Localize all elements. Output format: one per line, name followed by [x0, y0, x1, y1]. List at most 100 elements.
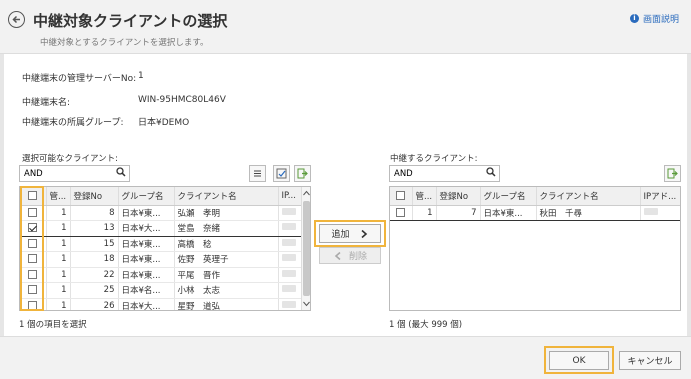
add-label: 追加 [331, 230, 350, 240]
column-header-kanri[interactable]: 管... [412, 187, 437, 206]
row-checkbox[interactable] [396, 207, 406, 217]
redacted-ip [281, 285, 296, 293]
settings-icon [276, 168, 287, 179]
table-row[interactable]: 1 25 日本¥名... 小林 太志 [20, 282, 303, 299]
cell-ip [278, 205, 303, 221]
cell-client-name: 秋田 千尋 [536, 204, 641, 221]
column-header-ip[interactable]: IP... [278, 187, 303, 206]
export-button[interactable] [294, 165, 311, 182]
cell-client-name: 平尾 晋作 [174, 267, 279, 283]
cell-group: 日本¥大... [118, 220, 175, 237]
column-header-client[interactable]: クライアント名 [174, 187, 279, 206]
group-label: 中継端末の所属グループ: [22, 118, 124, 128]
dialog-header: 中継対象クライアントの選択 中継対象とするクライアントを選択します。 i 画面説… [0, 0, 691, 54]
left-search-input[interactable] [20, 166, 129, 181]
cell-group: 日本¥東... [118, 236, 175, 252]
table-row[interactable]: 1 18 日本¥東... 佐野 英理子 [20, 251, 303, 268]
relay-clients-label: 中継するクライアント: [390, 154, 478, 164]
right-frame [687, 54, 691, 336]
relay-clients-table: 管... 登録No グループ名 クライアント名 IPアド... 1 7 日本¥東..… [389, 186, 681, 311]
search-icon[interactable] [116, 167, 126, 180]
help-link[interactable]: i 画面説明 [629, 12, 679, 25]
list-icon [254, 170, 261, 177]
table-row[interactable]: 1 7 日本¥東... 秋田 千尋 [390, 204, 680, 221]
column-header-client[interactable]: クライアント名 [536, 187, 641, 206]
cell-client-name: 高橋 稔 [174, 236, 279, 252]
group-value: 日本¥DEMO [138, 118, 190, 128]
search-icon[interactable] [486, 167, 496, 180]
table-row[interactable]: 1 15 日本¥東... 高橋 稔 [20, 236, 303, 252]
dialog-footer: OK キャンセル [0, 336, 691, 379]
cell-kanri: 1 [46, 220, 71, 237]
left-table-scrollbar[interactable] [301, 187, 310, 310]
cell-regno: 8 [70, 205, 119, 221]
cell-kanri: 1 [46, 236, 71, 252]
cell-kanri: 1 [46, 251, 71, 268]
cell-ip [278, 236, 303, 252]
cell-regno: 26 [70, 298, 119, 310]
select-all-checkbox-cell[interactable] [390, 187, 413, 206]
cell-group: 日本¥名... [118, 282, 175, 299]
cell-kanri: 1 [46, 267, 71, 283]
terminal-name-value: WIN-95HMC80L46V [138, 95, 226, 105]
right-export-button[interactable] [664, 165, 681, 182]
column-settings-button[interactable] [273, 165, 290, 182]
page-title: 中継対象クライアントの選択 [33, 12, 228, 30]
cell-kanri: 1 [412, 204, 437, 221]
left-status-text: 1 個の項目を選択 [19, 320, 87, 330]
cell-group: 日本¥東... [118, 267, 175, 283]
chevron-right-icon [360, 229, 367, 238]
select-all-checkbox[interactable] [396, 190, 406, 200]
cell-client-name: 星野 道弘 [174, 298, 279, 310]
cell-kanri: 1 [46, 298, 71, 310]
server-no-label: 中継端末の管理サーバーNo: [22, 74, 137, 84]
cell-regno: 22 [70, 267, 119, 283]
remove-button[interactable]: 削除 [319, 247, 381, 264]
cell-regno: 13 [70, 220, 119, 237]
redacted-ip [281, 300, 296, 308]
cell-client-name: 堂島 奈緒 [174, 220, 279, 237]
scroll-thumb[interactable] [303, 201, 310, 296]
list-view-button[interactable] [249, 165, 266, 182]
terminal-name-label: 中継端末名: [22, 98, 71, 108]
column-header-kanri[interactable]: 管... [46, 187, 71, 206]
cell-group: 日本¥東... [480, 204, 537, 221]
right-search-box[interactable] [389, 165, 500, 182]
help-label: 画面説明 [642, 15, 679, 25]
cell-ip [640, 204, 680, 221]
server-no-value: 1 [138, 71, 144, 81]
table-row[interactable]: 1 22 日本¥東... 平尾 晋作 [20, 267, 303, 283]
column-header-group[interactable]: グループ名 [480, 187, 537, 206]
chevron-left-icon [334, 251, 341, 260]
column-header-ip[interactable]: IPアド... [640, 187, 680, 206]
table-row[interactable]: 1 13 日本¥大... 堂島 奈緒 [20, 220, 303, 237]
redacted-ip [281, 238, 296, 246]
left-search-box[interactable] [19, 165, 130, 182]
column-header-regno[interactable]: 登録No [436, 187, 481, 206]
redacted-ip [281, 269, 296, 277]
redacted-ip [281, 223, 296, 231]
right-search-input[interactable] [390, 166, 499, 181]
table-row[interactable]: 1 8 日本¥東... 弘瀬 孝明 [20, 205, 303, 221]
cancel-button[interactable]: キャンセル [619, 351, 681, 370]
row-checkbox-cell[interactable] [390, 204, 413, 221]
cell-regno: 15 [70, 236, 119, 252]
back-arrow-icon[interactable] [8, 11, 25, 28]
cell-client-name: 弘瀬 孝明 [174, 205, 279, 221]
export-icon [667, 168, 678, 179]
right-status-text: 1 個 (最大 999 個) [389, 320, 463, 330]
cell-ip [278, 298, 303, 310]
cell-group: 日本¥大... [118, 298, 175, 310]
add-button[interactable]: 追加 [319, 224, 381, 243]
ok-button[interactable]: OK [549, 351, 609, 370]
table-row[interactable]: 1 26 日本¥大... 星野 道弘 [20, 298, 303, 310]
cell-regno: 18 [70, 251, 119, 268]
cell-ip [278, 251, 303, 268]
cell-kanri: 1 [46, 282, 71, 299]
left-frame [0, 54, 4, 336]
column-header-regno[interactable]: 登録No [70, 187, 119, 206]
scroll-down-icon [303, 301, 310, 307]
column-header-group[interactable]: グループ名 [118, 187, 175, 206]
page-subtitle: 中継対象とするクライアントを選択します。 [40, 38, 209, 48]
table-header-row: 管... 登録No グループ名 クライアント名 IP... [20, 187, 303, 206]
